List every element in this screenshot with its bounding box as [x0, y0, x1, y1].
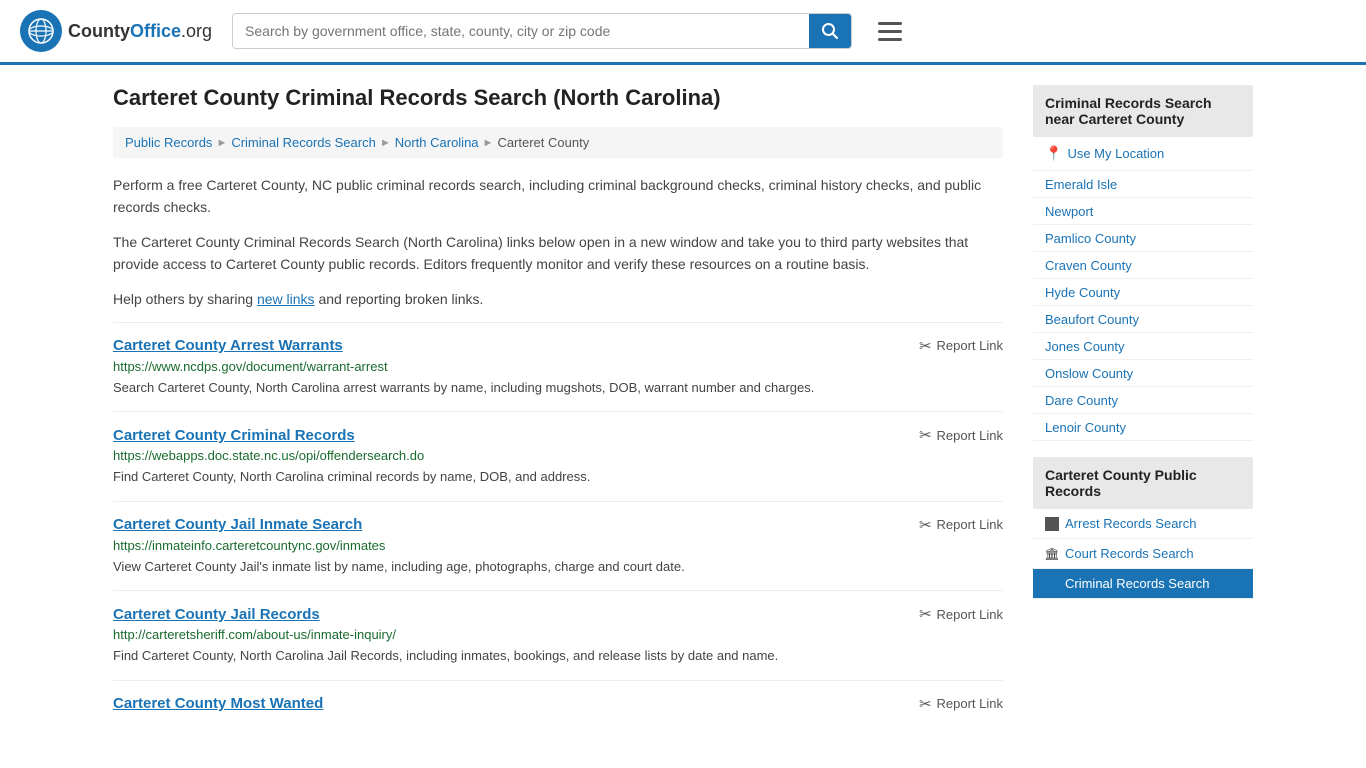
record-desc-2: View Carteret County Jail's inmate list … — [113, 557, 1003, 577]
sidebar-item-newport[interactable]: Newport — [1033, 198, 1253, 225]
sidebar: Criminal Records Search near Carteret Co… — [1033, 85, 1253, 731]
sidebar-item-dare-county[interactable]: Dare County — [1033, 387, 1253, 414]
sidebar-item-beaufort-county[interactable]: Beaufort County — [1033, 306, 1253, 333]
report-link-2[interactable]: ✂ Report Link — [919, 516, 1003, 534]
report-link-4[interactable]: ✂ Report Link — [919, 695, 1003, 713]
report-label-4: Report Link — [937, 696, 1003, 711]
report-icon-3: ✂ — [919, 605, 932, 623]
breadcrumb-north-carolina[interactable]: North Carolina — [395, 135, 479, 150]
sidebar-item-pamlico-county[interactable]: Pamlico County — [1033, 225, 1253, 252]
logo-text: CountyOffice.org — [68, 21, 212, 42]
breadcrumb-criminal-records-search[interactable]: Criminal Records Search — [231, 135, 376, 150]
breadcrumb-sep-3: ► — [483, 137, 494, 149]
criminal-records-icon — [1045, 577, 1059, 591]
sidebar-nearby-title: Criminal Records Search near Carteret Co… — [1033, 85, 1253, 137]
record-title-0[interactable]: Carteret County Arrest Warrants — [113, 337, 343, 354]
description-para1: Perform a free Carteret County, NC publi… — [113, 174, 1003, 219]
logo-icon — [20, 10, 62, 52]
use-my-location-link[interactable]: 📍 Use My Location — [1045, 145, 1241, 162]
sidebar-item-lenoir-county[interactable]: Lenoir County — [1033, 414, 1253, 441]
report-label-0: Report Link — [937, 338, 1003, 353]
court-records-link[interactable]: Court Records Search — [1065, 546, 1194, 561]
description-para2: The Carteret County Criminal Records Sea… — [113, 231, 1003, 276]
record-entry-0: Carteret County Arrest Warrants ✂ Report… — [113, 322, 1003, 412]
record-entry-3: Carteret County Jail Records ✂ Report Li… — [113, 590, 1003, 680]
sidebar-use-my-location[interactable]: 📍 Use My Location — [1033, 137, 1253, 171]
report-icon-4: ✂ — [919, 695, 932, 713]
breadcrumb-public-records[interactable]: Public Records — [125, 135, 212, 150]
report-icon-1: ✂ — [919, 426, 932, 444]
sidebar-criminal-records[interactable]: Criminal Records Search — [1033, 569, 1253, 599]
arrest-records-icon — [1045, 517, 1059, 531]
record-title-3[interactable]: Carteret County Jail Records — [113, 606, 320, 623]
logo-link[interactable]: CountyOffice.org — [20, 10, 212, 52]
record-url-0[interactable]: https://www.ncdps.gov/document/warrant-a… — [113, 359, 1003, 374]
sidebar-item-craven-county[interactable]: Craven County — [1033, 252, 1253, 279]
sidebar-public-records-list: Arrest Records Search 🏛 Court Records Se… — [1033, 509, 1253, 599]
location-pin-icon: 📍 — [1045, 145, 1062, 162]
report-label-2: Report Link — [937, 517, 1003, 532]
record-title-1[interactable]: Carteret County Criminal Records — [113, 427, 355, 444]
search-input[interactable] — [233, 15, 809, 47]
sidebar-item-onslow-county[interactable]: Onslow County — [1033, 360, 1253, 387]
page-title: Carteret County Criminal Records Search … — [113, 85, 1003, 111]
sidebar-item-emerald-isle[interactable]: Emerald Isle — [1033, 171, 1253, 198]
record-entry-1: Carteret County Criminal Records ✂ Repor… — [113, 411, 1003, 501]
sidebar-item-jones-county[interactable]: Jones County — [1033, 333, 1253, 360]
description-para3: Help others by sharing new links and rep… — [113, 288, 1003, 310]
record-desc-0: Search Carteret County, North Carolina a… — [113, 378, 1003, 398]
description-para3-post: and reporting broken links. — [315, 291, 484, 307]
record-url-2[interactable]: https://inmateinfo.carteretcountync.gov/… — [113, 538, 1003, 553]
sidebar-court-records[interactable]: 🏛 Court Records Search — [1033, 539, 1253, 569]
sidebar-arrest-records[interactable]: Arrest Records Search — [1033, 509, 1253, 539]
arrest-records-link[interactable]: Arrest Records Search — [1065, 516, 1197, 531]
record-desc-1: Find Carteret County, North Carolina cri… — [113, 467, 1003, 487]
records-list: Carteret County Arrest Warrants ✂ Report… — [113, 322, 1003, 731]
report-link-3[interactable]: ✂ Report Link — [919, 605, 1003, 623]
description-para3-pre: Help others by sharing — [113, 291, 257, 307]
menu-button[interactable] — [872, 16, 908, 47]
breadcrumb-carteret-county: Carteret County — [497, 135, 589, 150]
main-container: Carteret County Criminal Records Search … — [83, 65, 1283, 751]
breadcrumb-sep-2: ► — [380, 137, 391, 149]
sidebar-public-records-title: Carteret County Public Records — [1033, 457, 1253, 509]
breadcrumb-sep-1: ► — [216, 137, 227, 149]
sidebar-item-hyde-county[interactable]: Hyde County — [1033, 279, 1253, 306]
site-header: CountyOffice.org — [0, 0, 1366, 65]
court-records-icon: 🏛 — [1045, 547, 1059, 561]
report-link-1[interactable]: ✂ Report Link — [919, 426, 1003, 444]
record-title-4[interactable]: Carteret County Most Wanted — [113, 695, 323, 712]
record-title-2[interactable]: Carteret County Jail Inmate Search — [113, 516, 362, 533]
record-entry-2: Carteret County Jail Inmate Search ✂ Rep… — [113, 501, 1003, 591]
search-bar — [232, 13, 852, 49]
sidebar-location-list: 📍 Use My Location Emerald Isle Newport P… — [1033, 137, 1253, 441]
record-entry-4: Carteret County Most Wanted ✂ Report Lin… — [113, 680, 1003, 731]
breadcrumb: Public Records ► Criminal Records Search… — [113, 127, 1003, 158]
record-url-3[interactable]: http://carteretsheriff.com/about-us/inma… — [113, 627, 1003, 642]
report-label-3: Report Link — [937, 607, 1003, 622]
report-icon-2: ✂ — [919, 516, 932, 534]
record-url-1[interactable]: https://webapps.doc.state.nc.us/opi/offe… — [113, 448, 1003, 463]
report-icon-0: ✂ — [919, 337, 932, 355]
report-label-1: Report Link — [937, 428, 1003, 443]
use-my-location-label: Use My Location — [1067, 146, 1164, 161]
report-link-0[interactable]: ✂ Report Link — [919, 337, 1003, 355]
new-links-link[interactable]: new links — [257, 291, 315, 307]
content-area: Carteret County Criminal Records Search … — [113, 85, 1003, 731]
criminal-records-link[interactable]: Criminal Records Search — [1065, 576, 1210, 591]
search-button[interactable] — [809, 14, 851, 48]
record-desc-3: Find Carteret County, North Carolina Jai… — [113, 646, 1003, 666]
